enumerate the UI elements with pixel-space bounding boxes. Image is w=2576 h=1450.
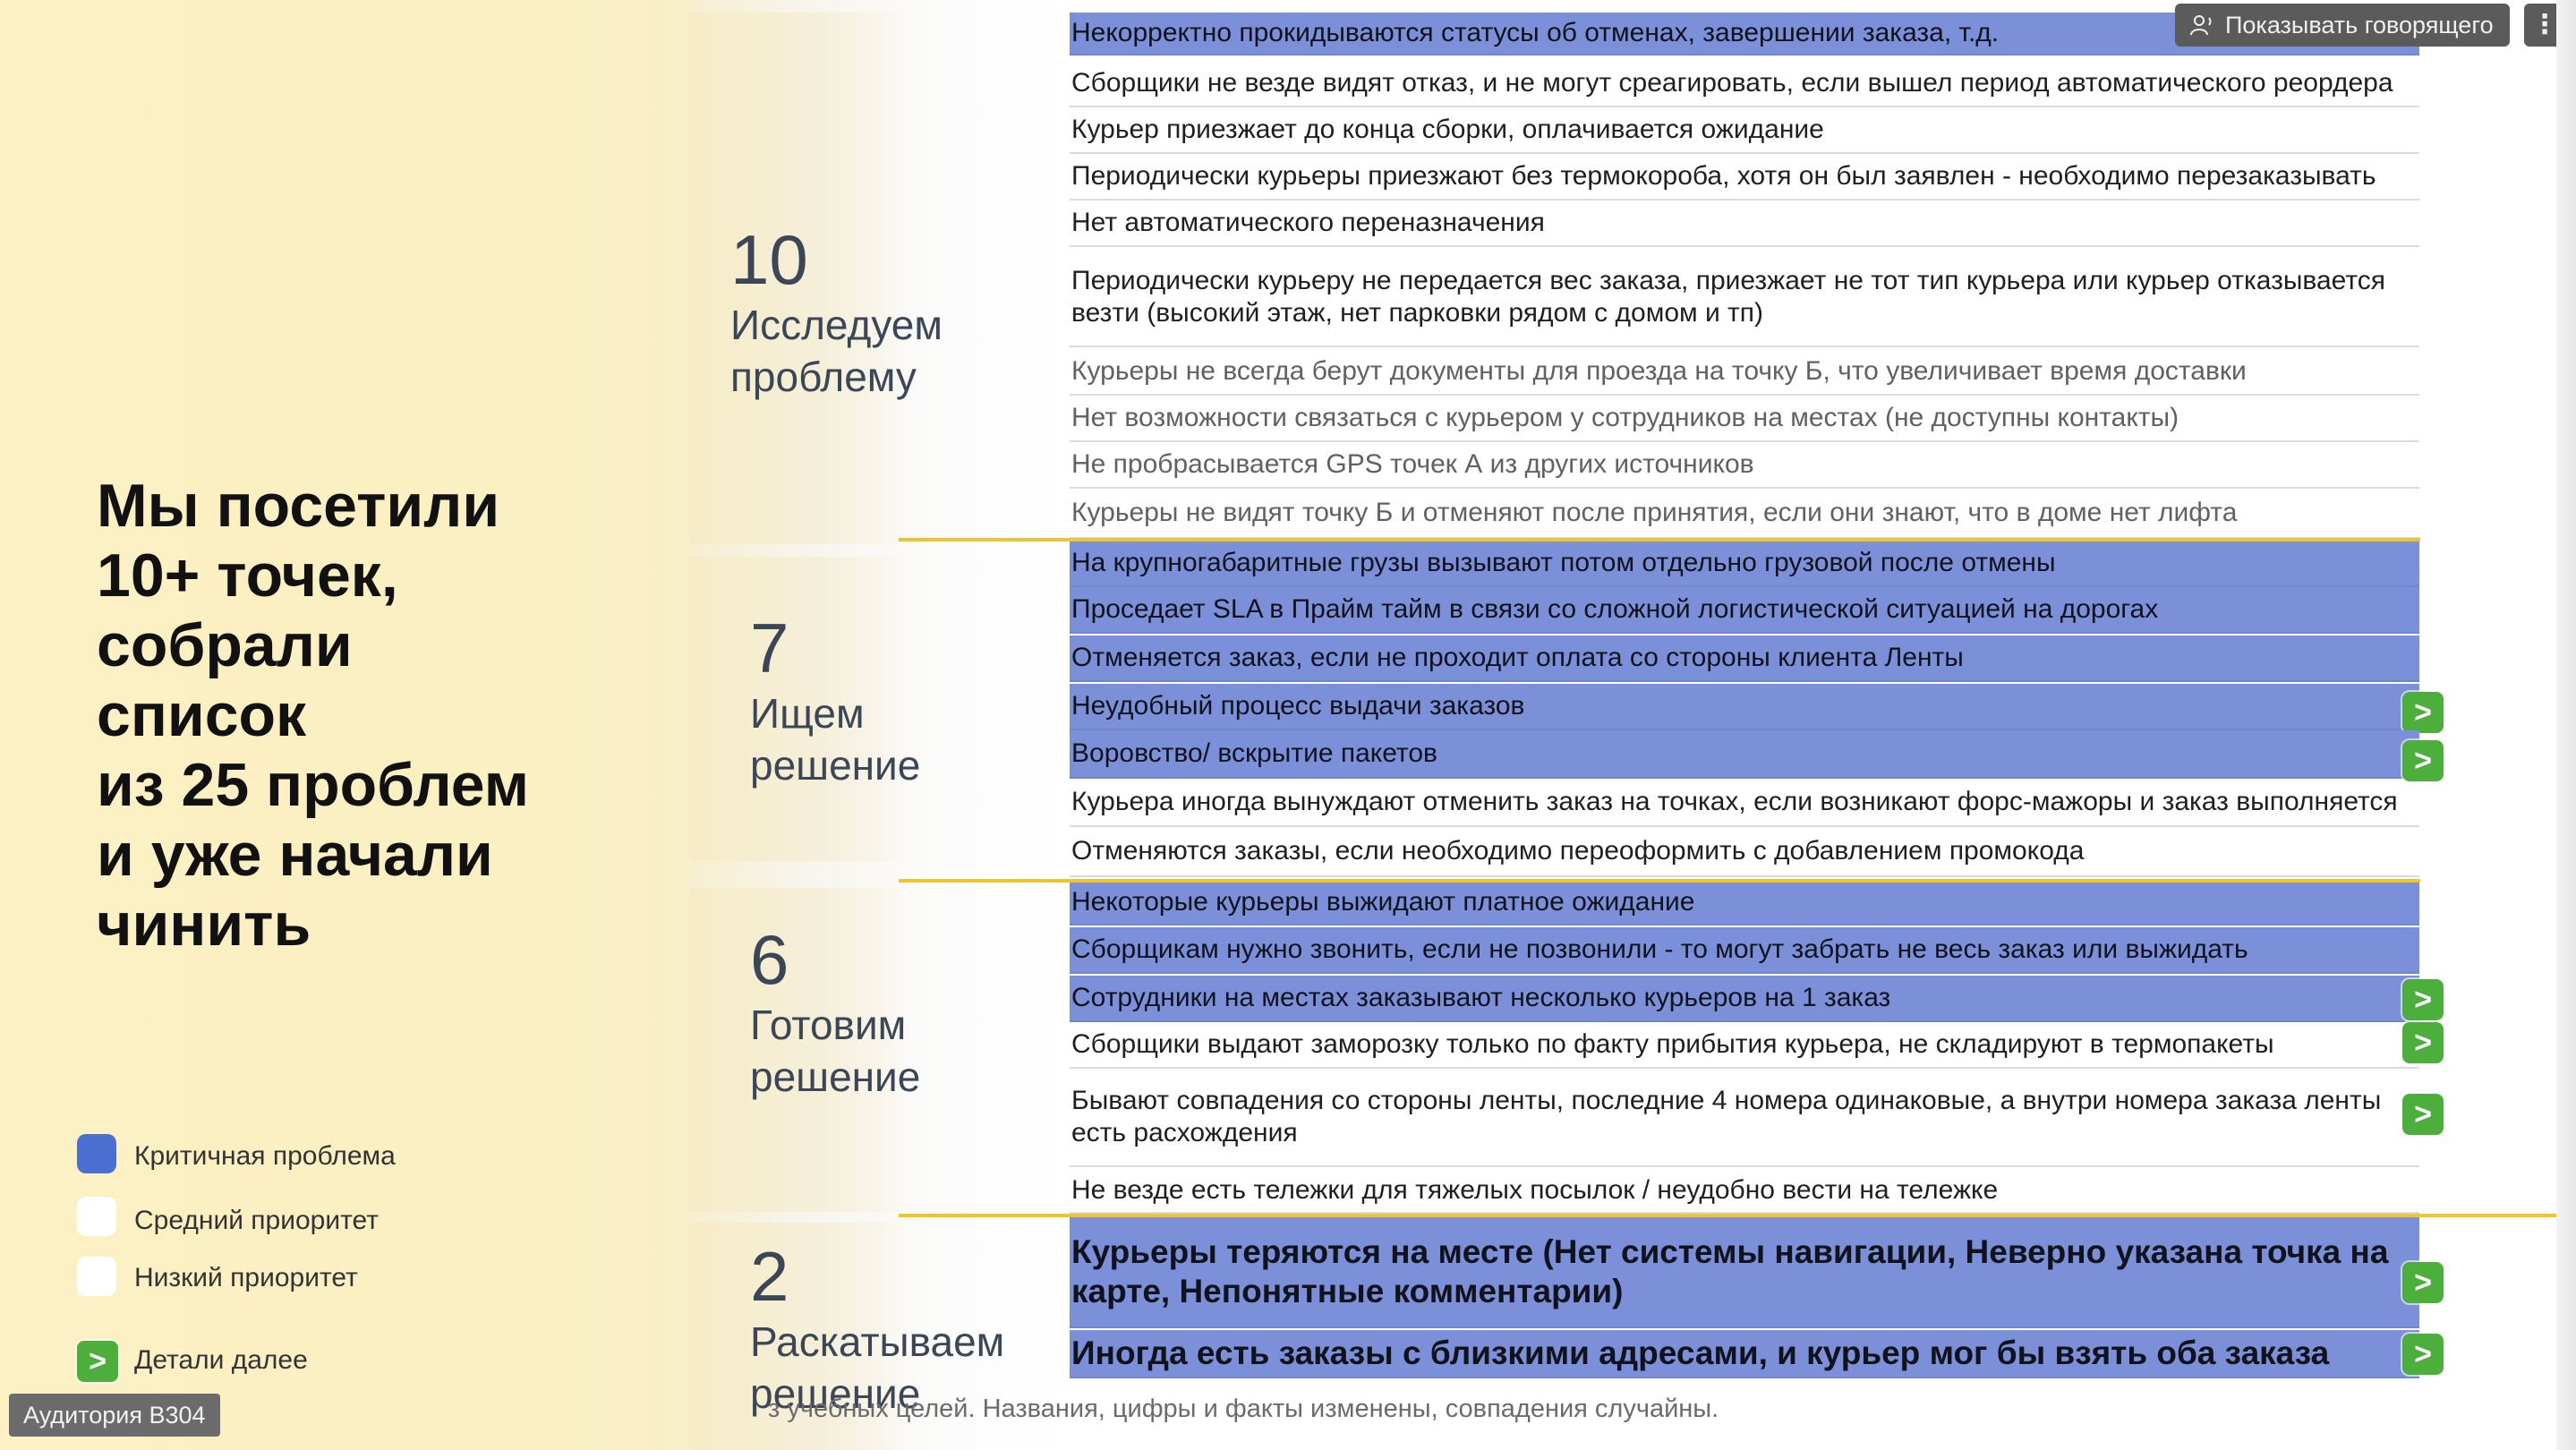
stage-separator: [899, 538, 2420, 542]
problem-row-critical: Курьеры теряются на месте (Нет системы н…: [1070, 1217, 2419, 1328]
problem-row-medium: Бывают совпадения со стороны ленты, посл…: [1070, 1069, 2419, 1167]
stage-number: 6: [750, 920, 789, 999]
stage-number: 7: [750, 609, 789, 687]
problem-row-critical: На крупногабаритные грузы вызывают потом…: [1070, 541, 2419, 587]
legend-details-icon: >: [77, 1341, 118, 1382]
problem-text: Отменяются заказы, если необходимо перео…: [1071, 836, 2085, 866]
window-right-edge: [2556, 0, 2576, 1450]
legend-medium-label: Средний приоритет: [134, 1206, 379, 1235]
stage-prepare: 6 Готовим решение: [750, 920, 920, 1103]
stage-label: Готовим решение: [750, 1002, 921, 1100]
details-arrow-button[interactable]: >: [2402, 692, 2444, 733]
stage-separator: [899, 879, 2420, 883]
problem-row-medium: Периодически курьеры приезжают без термо…: [1070, 154, 2419, 200]
person-icon: [2190, 15, 2212, 36]
stage-search: 7 Ищем решение: [750, 609, 920, 791]
legend-medium-swatch: [77, 1197, 116, 1236]
problem-row-critical: Проседает SLA в Прайм тайм в связи со сл…: [1070, 587, 2419, 634]
problem-row-critical: Сотрудники на местах заказывают нескольк…: [1070, 976, 2419, 1022]
problem-text: Проседает SLA в Прайм тайм в связи со сл…: [1071, 594, 2159, 624]
problem-row-medium: Не везде есть тележки для тяжелых посыло…: [1070, 1169, 2419, 1214]
problem-text: Иногда есть заказы с близкими адресами, …: [1071, 1335, 2330, 1371]
stage-rollout: 2 Раскатываем решение: [750, 1237, 1004, 1420]
problem-text: Некоторые курьеры выжидают платное ожида…: [1071, 887, 1695, 917]
problem-row-critical: Сборщикам нужно звонить, если не позвони…: [1070, 927, 2419, 974]
stage-label: Ищем решение: [750, 690, 921, 789]
problem-text: Сотрудники на местах заказывают нескольк…: [1071, 983, 1891, 1012]
problem-row-medium: Отменяются заказы, если необходимо перео…: [1070, 827, 2419, 877]
problem-text: Курьеры теряются на месте (Нет системы н…: [1071, 1233, 2389, 1309]
details-arrow-button[interactable]: >: [2402, 1334, 2444, 1375]
problem-text: Курьера иногда вынуждают отменить заказ …: [1071, 787, 2398, 816]
problem-text: Неудобный процесс выдачи заказов: [1071, 691, 1525, 721]
problem-row-critical: Отменяется заказ, если не проходит оплат…: [1070, 635, 2419, 682]
details-arrow-button[interactable]: >: [2402, 1022, 2444, 1063]
problem-row-critical: Воровство/ вскрытие пакетов: [1070, 730, 2419, 779]
problem-text: Нет автоматического переназначения: [1071, 208, 1545, 237]
problem-text: Сборщики не везде видят отказ, и не могу…: [1071, 68, 2393, 98]
problem-text: Сборщикам нужно звонить, если не позвони…: [1071, 934, 2248, 964]
stage-number: 10: [730, 220, 808, 299]
legend-critical-label: Критичная проблема: [134, 1141, 396, 1171]
problem-row-medium: Сборщики не везде видят отказ, и не могу…: [1070, 61, 2419, 107]
problem-row-low: Курьеры не всегда берут документы для пр…: [1070, 349, 2419, 396]
footer-disclaimer: з учебных целей. Названия, цифры и факты…: [768, 1395, 1719, 1423]
legend-details-label: Детали далее: [134, 1345, 308, 1375]
problem-text: Некорректно прокидываются статусы об отм…: [1071, 18, 2000, 47]
problem-row-critical: Некоторые курьеры выжидают платное ожида…: [1070, 881, 2419, 925]
headline: Мы посетили 10+ точек, собрали список из…: [97, 472, 530, 959]
problem-text: Курьеры не всегда берут документы для пр…: [1071, 356, 2247, 386]
legend-low-swatch: [77, 1257, 116, 1296]
problem-text: Не везде есть тележки для тяжелых посыло…: [1071, 1175, 1999, 1205]
legend-critical-swatch: [77, 1134, 116, 1173]
problem-row-critical: Иногда есть заказы с близкими адресами, …: [1070, 1330, 2419, 1378]
details-arrow-button[interactable]: >: [2402, 740, 2444, 781]
problem-row-medium: Курьер приезжает до конца сборки, оплачи…: [1070, 107, 2419, 154]
problem-row-low: Не пробрасывается GPS точек А из других …: [1070, 442, 2419, 489]
details-arrow-button[interactable]: >: [2402, 1094, 2444, 1135]
details-arrow-button[interactable]: >: [2402, 979, 2444, 1020]
problem-text: Сборщики выдают заморозку только по факт…: [1071, 1029, 2274, 1059]
show-speaker-label: Показывать говорящего: [2225, 11, 2494, 38]
problem-text: Бывают совпадения со стороны ленты, посл…: [1071, 1086, 2382, 1147]
stage-research: 10 Исследуем проблему: [730, 220, 943, 403]
stage-label: Исследуем проблему: [730, 302, 943, 400]
details-arrow-button[interactable]: >: [2402, 1262, 2444, 1303]
problem-row-medium: Периодически курьеру не передается вес з…: [1070, 249, 2419, 347]
problem-row-low: Курьеры не видят точку Б и отменяют посл…: [1070, 489, 2419, 539]
legend-low-label: Низкий приоритет: [134, 1263, 358, 1292]
problem-text: Отменяется заказ, если не проходит оплат…: [1071, 643, 1964, 672]
problem-row-critical: Неудобный процесс выдачи заказов: [1070, 684, 2419, 730]
stage-number: 2: [750, 1237, 789, 1316]
problem-row-low: Нет возможности связаться с курьером у с…: [1070, 396, 2419, 442]
problem-text: Не пробрасывается GPS точек А из других …: [1071, 449, 1754, 479]
problem-row-medium: Сборщики выдают заморозку только по факт…: [1070, 1022, 2419, 1069]
problem-text: Курьер приезжает до конца сборки, оплачи…: [1071, 115, 1824, 144]
problem-text: Периодически курьеру не передается вес з…: [1071, 266, 2386, 328]
problem-text: Курьеры не видят точку Б и отменяют посл…: [1071, 498, 2238, 527]
problem-text: Воровство/ вскрытие пакетов: [1071, 738, 1437, 768]
stage-separator: [899, 1214, 2558, 1217]
problem-text: На крупногабаритные грузы вызывают потом…: [1071, 548, 2056, 577]
room-name-badge: Аудитория B304: [9, 1394, 220, 1437]
problem-row-medium: Нет автоматического переназначения: [1070, 200, 2419, 247]
problem-text: Периодически курьеры приезжают без термо…: [1071, 161, 2376, 191]
show-speaker-button[interactable]: Показывать говорящего: [2175, 4, 2510, 47]
problem-text: Нет возможности связаться с курьером у с…: [1071, 403, 2179, 432]
problem-row-medium: Курьера иногда вынуждают отменить заказ …: [1070, 779, 2419, 827]
